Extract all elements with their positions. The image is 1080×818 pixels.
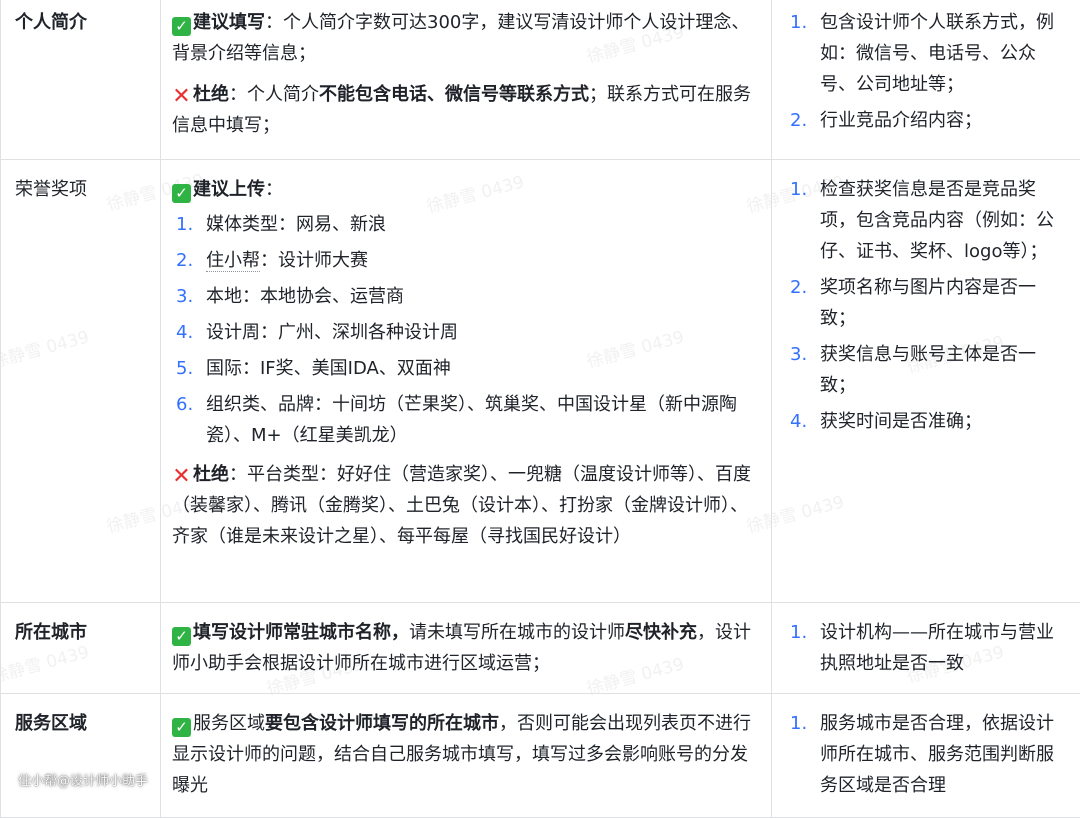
row-label-cell: 荣誉奖项 xyxy=(1,160,161,603)
list-item: 3.获奖信息与账号主体是否一致； xyxy=(786,339,1070,401)
row-label-cell: 所在城市 xyxy=(1,603,161,694)
forbid-text: ：平台类型：好好住（营造家奖）、一兜糖（温度设计师等）、百度（装馨家）、腾讯（金… xyxy=(172,464,751,547)
list-item: 1.服务城市是否合理，依据设计师所在城市、服务范围判断服务区域是否合理 xyxy=(786,708,1070,801)
check-mark-icon: ✓ xyxy=(172,17,191,36)
check-cell: 1.检查获奖信息是否是竞品奖项，包含竞品内容（例如：公仔、证书、奖杯、logo等… xyxy=(772,160,1080,603)
list-item: 5.国际：IF奖、美国IDA、双面神 xyxy=(172,353,757,384)
list-item: 4.设计周：广州、深圳各种设计周 xyxy=(172,317,757,348)
list-item: 2.奖项名称与图片内容是否一致； xyxy=(786,272,1070,334)
recommend-label: 建议填写 xyxy=(193,12,265,33)
list-item: 1.检查获奖信息是否是竞品奖项，包含竞品内容（例如：公仔、证书、奖杯、logo等… xyxy=(786,174,1070,267)
check-list: 1.包含设计师个人联系方式，例如：微信号、电话号、公众号、公司地址等； 2.行业… xyxy=(786,7,1070,136)
recommend-paragraph: ✓填写设计师常驻城市名称，请未填写所在城市的设计师尽快补充，设计师小助手会根据设… xyxy=(172,617,757,679)
rule-cell: ✓填写设计师常驻城市名称，请未填写所在城市的设计师尽快补充，设计师小助手会根据设… xyxy=(161,603,772,694)
cross-mark-icon: ✕ xyxy=(172,87,191,106)
check-list: 1.检查获奖信息是否是竞品奖项，包含竞品内容（例如：公仔、证书、奖杯、logo等… xyxy=(786,174,1070,437)
list-item: 2.住小帮：设计师大赛 xyxy=(172,245,757,276)
check-cell: 1.包含设计师个人联系方式，例如：微信号、电话号、公众号、公司地址等； 2.行业… xyxy=(772,0,1080,160)
check-list: 1.服务城市是否合理，依据设计师所在城市、服务范围判断服务区域是否合理 xyxy=(786,708,1070,801)
award-source-list: 1.媒体类型：网易、新浪 2.住小帮：设计师大赛 3.本地：本地协会、运营商 4… xyxy=(172,209,757,451)
check-list: 1.设计机构——所在城市与营业执照地址是否一致 xyxy=(786,617,1070,679)
forbid-paragraph: ✕杜绝：平台类型：好好住（营造家奖）、一兜糖（温度设计师等）、百度（装馨家）、腾… xyxy=(172,459,757,552)
table-row: 荣誉奖项 ✓建议上传： 1.媒体类型：网易、新浪 2.住小帮：设计师大赛 3.本… xyxy=(1,160,1080,603)
table-row: 服务区域 ✓服务区域要包含设计师填写的所在城市，否则可能会出现列表页不进行显示设… xyxy=(1,694,1080,818)
cross-mark-icon: ✕ xyxy=(172,467,191,486)
check-cell: 1.服务城市是否合理，依据设计师所在城市、服务范围判断服务区域是否合理 xyxy=(772,694,1080,818)
row-label-cell: 个人简介 xyxy=(1,0,161,160)
guideline-table: 个人简介 ✓建议填写：个人简介字数可达300字，建议写清设计师个人设计理念、背景… xyxy=(0,0,1080,818)
check-mark-icon: ✓ xyxy=(172,718,191,737)
row-label: 所在城市 xyxy=(15,622,87,643)
forbid-label: 杜绝 xyxy=(193,464,229,485)
list-item: 2.行业竞品介绍内容； xyxy=(786,105,1070,136)
list-item: 3.本地：本地协会、运营商 xyxy=(172,281,757,312)
list-item: 4.获奖时间是否准确； xyxy=(786,406,1070,437)
recommend-paragraph: ✓建议填写：个人简介字数可达300字，建议写清设计师个人设计理念、背景介绍等信息… xyxy=(172,7,757,69)
table-row: 个人简介 ✓建议填写：个人简介字数可达300字，建议写清设计师个人设计理念、背景… xyxy=(1,0,1080,160)
row-label: 个人简介 xyxy=(15,12,87,33)
rule-cell: ✓建议上传： 1.媒体类型：网易、新浪 2.住小帮：设计师大赛 3.本地：本地协… xyxy=(161,160,772,603)
rule-cell: ✓建议填写：个人简介字数可达300字，建议写清设计师个人设计理念、背景介绍等信息… xyxy=(161,0,772,160)
check-cell: 1.设计机构——所在城市与营业执照地址是否一致 xyxy=(772,603,1080,694)
credit-watermark: 住小帮@设计师小助手 xyxy=(18,770,148,789)
list-item: 1.媒体类型：网易、新浪 xyxy=(172,209,757,240)
forbid-paragraph: ✕杜绝：个人简介不能包含电话、微信号等联系方式；联系方式可在服务信息中填写； xyxy=(172,79,757,141)
forbid-text: ：个人简介 xyxy=(229,84,319,105)
table-row: 所在城市 ✓填写设计师常驻城市名称，请未填写所在城市的设计师尽快补充，设计师小助… xyxy=(1,603,1080,694)
list-item: 1.设计机构——所在城市与营业执照地址是否一致 xyxy=(786,617,1070,679)
row-label-cell: 服务区域 xyxy=(1,694,161,818)
forbid-emphasis: 不能包含电话、微信号等联系方式 xyxy=(319,84,589,105)
recommend-label: 建议上传 xyxy=(193,179,265,200)
brand-link[interactable]: 住小帮 xyxy=(206,250,260,272)
check-mark-icon: ✓ xyxy=(172,627,191,646)
list-item: 1.包含设计师个人联系方式，例如：微信号、电话号、公众号、公司地址等； xyxy=(786,7,1070,100)
recommend-paragraph: ✓建议上传： xyxy=(172,174,757,205)
rule-cell: ✓服务区域要包含设计师填写的所在城市，否则可能会出现列表页不进行显示设计师的问题… xyxy=(161,694,772,818)
check-mark-icon: ✓ xyxy=(172,184,191,203)
list-item: 6.组织类、品牌：十间坊（芒果奖）、筑巢奖、中国设计星（新中源陶瓷）、M+（红星… xyxy=(172,389,757,451)
forbid-label: 杜绝 xyxy=(193,84,229,105)
row-label: 服务区域 xyxy=(15,713,87,734)
row-label: 荣誉奖项 xyxy=(15,179,87,200)
recommend-paragraph: ✓服务区域要包含设计师填写的所在城市，否则可能会出现列表页不进行显示设计师的问题… xyxy=(172,708,757,801)
